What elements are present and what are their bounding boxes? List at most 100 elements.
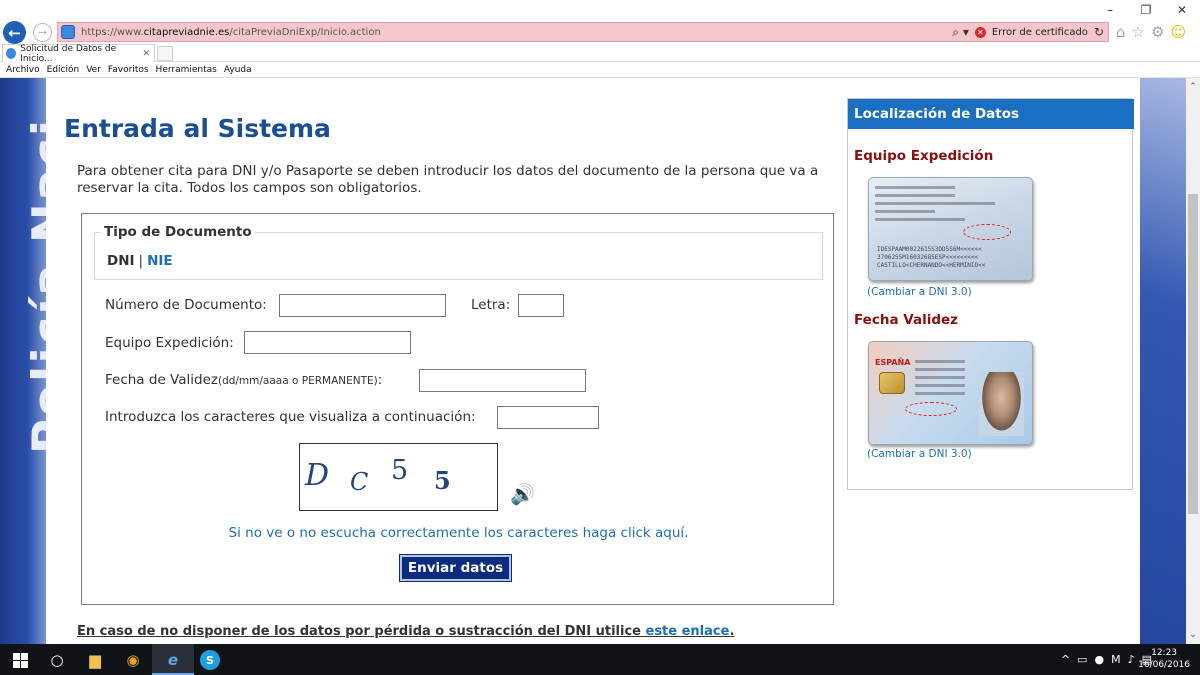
- change-dni30-link-1[interactable]: (Cambiar a DNI 3.0): [867, 286, 972, 298]
- card-photo: [979, 372, 1024, 436]
- captcha-label: Introduzca los caracteres que visualiza …: [105, 409, 476, 425]
- minimize-button[interactable]: –: [1092, 0, 1128, 20]
- certificate-error-label[interactable]: Error de certificado: [992, 27, 1088, 38]
- change-dni30-link-2[interactable]: (Cambiar a DNI 3.0): [867, 448, 972, 460]
- equipo-label: Equipo Expedición:: [105, 335, 234, 351]
- document-type-fieldset: Tipo de Documento DNI | NIE: [94, 224, 823, 280]
- search-circle-icon[interactable]: ○: [47, 650, 67, 670]
- document-type-links: DNI | NIE: [107, 253, 173, 269]
- volume-icon[interactable]: ♪: [1128, 653, 1135, 666]
- card-country-text: ESPAÑA: [875, 358, 911, 367]
- clock-date: 16/06/2016: [1138, 660, 1190, 670]
- new-tab-button[interactable]: [157, 46, 173, 61]
- tab-close-icon[interactable]: ✕: [142, 49, 150, 59]
- letter-input[interactable]: [518, 294, 564, 317]
- data-location-header: Localización de Datos: [848, 99, 1134, 129]
- ie-tab-icon: [6, 48, 17, 59]
- speaker-icon[interactable]: 🔊: [510, 482, 535, 506]
- menu-favoritos[interactable]: Favoritos: [108, 65, 149, 75]
- chrome-icon[interactable]: ◉: [123, 650, 143, 670]
- address-bar-actions: ⌕ ▾ ✕ Error de certificado ↻: [952, 23, 1104, 41]
- menu-bar: Archivo Edición Ver Favoritos Herramient…: [0, 62, 1200, 78]
- taskbar-clock[interactable]: 12:23 16/06/2016: [1138, 647, 1190, 671]
- menu-ayuda[interactable]: Ayuda: [224, 65, 252, 75]
- chevron-up-tray-icon[interactable]: ^: [1061, 653, 1070, 666]
- captcha-help-link[interactable]: Si no ve o no escucha correctamente los …: [82, 525, 835, 541]
- menu-edicion[interactable]: Edición: [47, 65, 80, 75]
- login-form: Tipo de Documento DNI | NIE Número de Docu…: [81, 213, 834, 605]
- app-tray-icon[interactable]: ●: [1094, 653, 1104, 666]
- skype-icon[interactable]: S: [200, 650, 220, 670]
- ie-page-icon: [61, 25, 75, 39]
- menu-archivo[interactable]: Archivo: [6, 65, 40, 75]
- captcha-char-4: 5: [434, 466, 451, 495]
- close-button[interactable]: ✕: [1164, 0, 1200, 20]
- right-decoration-banner: [1140, 78, 1186, 644]
- data-location-panel: Localización de Datos Equipo Expedición …: [847, 98, 1134, 490]
- doc-type-nie-link[interactable]: NIE: [147, 253, 173, 269]
- chevron-up-icon[interactable]: ⌃: [1186, 80, 1200, 94]
- url-domain: citapreviadnie.es: [143, 26, 230, 38]
- mrz-line-3: CASTILLO<CHERNANDO<<HERMINIO<<: [877, 262, 986, 269]
- card-chip-icon: [879, 372, 905, 394]
- card-text-lines: [875, 186, 995, 226]
- refresh-icon[interactable]: ↻: [1094, 25, 1104, 39]
- arrow-left-icon: ←: [8, 23, 21, 42]
- chevron-down-icon[interactable]: ⌄: [1186, 628, 1200, 642]
- gear-icon[interactable]: ⚙: [1151, 23, 1164, 41]
- mrz-line-2: 3706255M16032685ESP<<<<<<<<<: [877, 254, 979, 261]
- highlight-ellipse-front: [905, 402, 957, 416]
- page-content: Policía Naci Entrada al Sistema Para obt…: [0, 78, 1186, 644]
- doc-type-dni[interactable]: DNI: [107, 253, 135, 269]
- windows-taskbar: ○ ▆ ◉ e S ^ ▭ ● M ♪ ▤ 12:23 16/06/2016: [0, 644, 1200, 675]
- certificate-error-icon[interactable]: ✕: [974, 26, 986, 38]
- star-icon[interactable]: ☆: [1132, 23, 1145, 41]
- menu-ver[interactable]: Ver: [86, 65, 101, 75]
- left-decoration-banner: Policía Naci: [0, 78, 46, 644]
- bottom-note-link[interactable]: este enlace: [646, 624, 730, 639]
- tab-active[interactable]: Solicitud de Datos de Inicio... ✕: [2, 43, 155, 64]
- doc-number-label: Número de Documento:: [105, 297, 267, 313]
- card-front-lines: [915, 360, 965, 400]
- url-text[interactable]: https://www.citapreviadnie.es/citaPrevia…: [81, 27, 381, 38]
- home-icon[interactable]: ⌂: [1116, 23, 1126, 41]
- doc-type-separator: |: [138, 253, 144, 269]
- tab-bar: Solicitud de Datos de Inicio... ✕: [0, 43, 1200, 64]
- start-button[interactable]: [10, 650, 30, 670]
- intro-text: Para obtener cita para DNI y/o Pasaporte…: [77, 163, 819, 196]
- captcha-char-3: 5: [391, 455, 409, 486]
- id-card-back-image: IDESPAAM0022615S3DD5S6M<<<<<< 3706255M16…: [868, 177, 1033, 281]
- fecha-section-title: Fecha Validez: [854, 312, 959, 328]
- clock-time: 12:23: [1151, 648, 1178, 658]
- mrz-line-1: IDESPAAM0022615S3DD5S6M<<<<<<: [877, 246, 982, 253]
- scroll-thumb[interactable]: [1188, 194, 1198, 514]
- windows-logo-icon: [12, 652, 28, 668]
- back-button[interactable]: ←: [3, 21, 26, 44]
- search-icon[interactable]: ⌕ ▾: [952, 25, 969, 40]
- smiley-icon[interactable]: ☺: [1170, 23, 1186, 41]
- id-card-front-image: ESPAÑA: [868, 341, 1033, 445]
- equipo-section-title: Equipo Expedición: [854, 148, 994, 164]
- restore-button[interactable]: ❐: [1128, 0, 1164, 20]
- address-bar[interactable]: https://www.citapreviadnie.es/citaPrevia…: [57, 22, 1109, 42]
- captcha-input[interactable]: [497, 406, 599, 429]
- doc-number-input[interactable]: [279, 294, 446, 317]
- equipo-input[interactable]: [244, 331, 411, 354]
- fecha-input[interactable]: [419, 369, 586, 392]
- menu-herramientas[interactable]: Herramientas: [156, 65, 217, 75]
- document-type-legend: Tipo de Documento: [101, 224, 255, 240]
- window-controls: – ❐ ✕: [1092, 0, 1200, 20]
- fecha-label: Fecha de Validez(dd/mm/aaaa o PERMANENTE…: [105, 372, 382, 388]
- captcha-image: D C 5 5: [299, 443, 498, 511]
- file-explorer-icon[interactable]: ▆: [85, 650, 105, 670]
- network-icon[interactable]: ▭: [1077, 653, 1087, 666]
- submit-button[interactable]: Enviar datos: [399, 554, 512, 582]
- bottom-note: En caso de no disponer de los datos por …: [77, 624, 734, 639]
- vertical-scrollbar[interactable]: ⌃ ⌄: [1186, 78, 1200, 644]
- navigation-bar: ← → https://www.citapreviadnie.es/citaPr…: [0, 20, 1200, 44]
- fecha-label-colon: :: [377, 372, 383, 388]
- mail-tray-icon[interactable]: M: [1111, 653, 1121, 666]
- forward-button[interactable]: →: [33, 23, 52, 42]
- tab-title: Solicitud de Datos de Inicio...: [20, 43, 117, 64]
- internet-explorer-icon[interactable]: e: [163, 650, 183, 670]
